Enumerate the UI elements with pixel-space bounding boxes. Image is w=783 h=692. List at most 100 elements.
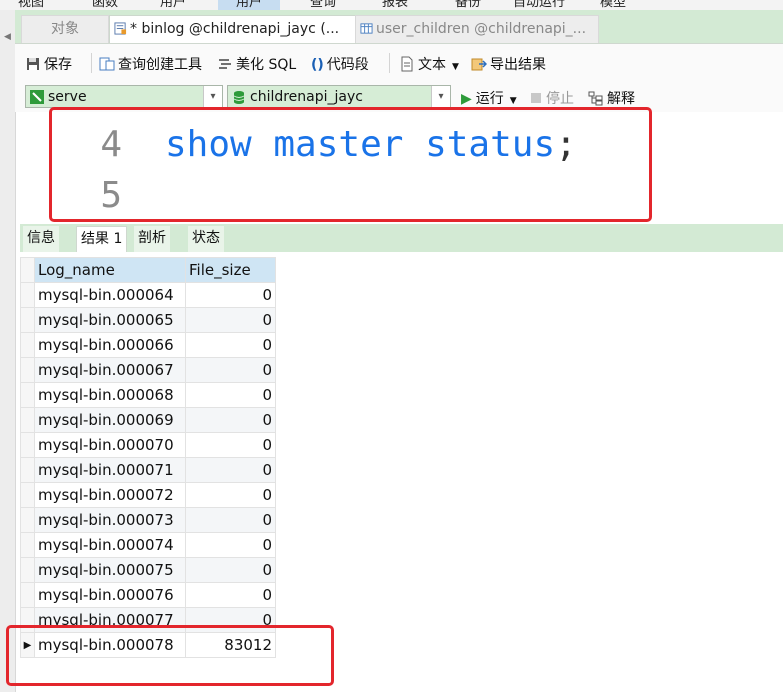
save-icon xyxy=(27,58,39,70)
code-snippet-icon: () xyxy=(311,57,324,73)
stop-button[interactable]: 停止 xyxy=(531,88,574,108)
annotation-box-result xyxy=(6,625,334,686)
row-indicator[interactable] xyxy=(20,357,35,383)
menu-item-view[interactable]: 视图 xyxy=(18,0,44,10)
text-label: 文本 xyxy=(418,57,446,73)
cell-file-size[interactable]: 0 xyxy=(185,432,276,458)
tab-status[interactable]: 状态 xyxy=(188,226,224,252)
cell-log-name[interactable]: mysql-bin.000073 xyxy=(34,507,186,533)
database-select-value: childrenapi_jayc xyxy=(250,89,363,105)
menu-item-backup[interactable]: 备份 xyxy=(455,0,481,10)
cell-file-size[interactable]: 0 xyxy=(185,307,276,333)
table-icon xyxy=(360,23,373,34)
table-row[interactable]: mysql-bin.000073 0 xyxy=(20,507,276,533)
table-row[interactable]: mysql-bin.000065 0 xyxy=(20,307,276,333)
export-results-button[interactable]: 导出结果 xyxy=(471,54,546,74)
result-tab-bar: 信息 结果 1 剖析 状态 xyxy=(20,224,783,252)
tab-profile[interactable]: 剖析 xyxy=(134,226,170,252)
tab-user-children[interactable]: user_children @childrenapi_... xyxy=(355,15,599,43)
cell-file-size[interactable]: 0 xyxy=(185,557,276,583)
cell-log-name[interactable]: mysql-bin.000075 xyxy=(34,557,186,583)
export-results-label: 导出结果 xyxy=(490,57,546,73)
save-label: 保存 xyxy=(44,57,72,73)
tab-user-children-label: user_children @childrenapi_... xyxy=(376,21,587,37)
row-indicator[interactable] xyxy=(20,532,35,558)
column-header-file-size[interactable]: File_size xyxy=(185,257,276,283)
tab-objects[interactable]: 对象 xyxy=(21,15,109,43)
cell-file-size[interactable]: 0 xyxy=(185,582,276,608)
column-header-log-name[interactable]: Log_name xyxy=(34,257,186,283)
table-row[interactable]: mysql-bin.000075 0 xyxy=(20,557,276,583)
row-indicator[interactable] xyxy=(20,382,35,408)
cell-file-size[interactable]: 0 xyxy=(185,507,276,533)
table-row[interactable]: mysql-bin.000068 0 xyxy=(20,382,276,408)
cell-log-name[interactable]: mysql-bin.000071 xyxy=(34,457,186,483)
menu-item-events[interactable]: 用户 xyxy=(160,0,186,10)
server-select[interactable]: serve ▾ xyxy=(25,85,223,108)
table-row[interactable]: mysql-bin.000071 0 xyxy=(20,457,276,483)
cell-file-size[interactable]: 0 xyxy=(185,482,276,508)
database-icon xyxy=(233,91,245,104)
code-snippet-button[interactable]: () 代码段 xyxy=(311,54,369,74)
cell-log-name[interactable]: mysql-bin.000069 xyxy=(34,407,186,433)
tab-info[interactable]: 信息 xyxy=(23,226,59,252)
collapse-arrow-icon[interactable]: ◀ xyxy=(4,32,11,42)
chevron-down-icon[interactable]: ▾ xyxy=(203,86,222,107)
cell-file-size[interactable]: 0 xyxy=(185,332,276,358)
table-row[interactable]: mysql-bin.000076 0 xyxy=(20,582,276,608)
cell-log-name[interactable]: mysql-bin.000067 xyxy=(34,357,186,383)
row-indicator[interactable] xyxy=(20,332,35,358)
row-indicator[interactable] xyxy=(20,432,35,458)
row-indicator[interactable] xyxy=(20,557,35,583)
table-header-row: Log_name File_size xyxy=(20,257,276,283)
table-row[interactable]: mysql-bin.000070 0 xyxy=(20,432,276,458)
row-indicator[interactable] xyxy=(20,457,35,483)
run-button[interactable]: ▶ 运行 ▼ xyxy=(461,88,517,108)
export-icon xyxy=(471,58,487,71)
cell-log-name[interactable]: mysql-bin.000076 xyxy=(34,582,186,608)
table-row[interactable]: mysql-bin.000066 0 xyxy=(20,332,276,358)
save-button[interactable]: 保存 xyxy=(25,54,72,74)
row-indicator[interactable] xyxy=(20,507,35,533)
cell-file-size[interactable]: 0 xyxy=(185,407,276,433)
row-indicator[interactable] xyxy=(20,582,35,608)
row-indicator[interactable] xyxy=(20,282,35,308)
cell-file-size[interactable]: 0 xyxy=(185,357,276,383)
menu-item-query[interactable]: 查询 xyxy=(310,0,336,10)
table-row[interactable]: mysql-bin.000072 0 xyxy=(20,482,276,508)
cell-file-size[interactable]: 0 xyxy=(185,457,276,483)
tab-result-1[interactable]: 结果 1 xyxy=(76,226,128,252)
tab-objects-label: 对象 xyxy=(51,21,79,37)
cell-log-name[interactable]: mysql-bin.000065 xyxy=(34,307,186,333)
cell-log-name[interactable]: mysql-bin.000070 xyxy=(34,432,186,458)
cell-log-name[interactable]: mysql-bin.000074 xyxy=(34,532,186,558)
cell-log-name[interactable]: mysql-bin.000072 xyxy=(34,482,186,508)
row-indicator[interactable] xyxy=(20,482,35,508)
cell-log-name[interactable]: mysql-bin.000068 xyxy=(34,382,186,408)
row-indicator[interactable] xyxy=(20,407,35,433)
table-row[interactable]: mysql-bin.000074 0 xyxy=(20,532,276,558)
menu-item-automation[interactable]: 自动运行 xyxy=(513,0,565,10)
explain-button[interactable]: 解释 xyxy=(588,88,635,108)
menu-item-functions[interactable]: 函数 xyxy=(92,0,118,10)
database-select[interactable]: childrenapi_jayc ▾ xyxy=(227,85,451,108)
text-button[interactable]: 文本 ▼ xyxy=(399,54,459,74)
query-builder-button[interactable]: 查询创建工具 xyxy=(99,54,202,74)
beautify-sql-button[interactable]: 美化 SQL xyxy=(217,54,296,74)
cell-log-name[interactable]: mysql-bin.000064 xyxy=(34,282,186,308)
table-row[interactable]: mysql-bin.000064 0 xyxy=(20,282,276,308)
cell-file-size[interactable]: 0 xyxy=(185,532,276,558)
tab-binlog-query[interactable]: * binlog @childrenapi_jayc (... xyxy=(109,15,367,43)
chevron-down-icon[interactable]: ▾ xyxy=(431,86,450,107)
cell-file-size[interactable]: 0 xyxy=(185,382,276,408)
table-row[interactable]: mysql-bin.000069 0 xyxy=(20,407,276,433)
menu-item-reports[interactable]: 报表 xyxy=(382,0,408,10)
cell-file-size[interactable]: 0 xyxy=(185,282,276,308)
menu-item-users[interactable]: 用户 xyxy=(218,0,281,10)
menu-bar: 视图 函数 用户 用户 查询 报表 备份 自动运行 模型 xyxy=(0,0,783,10)
row-indicator[interactable] xyxy=(20,307,35,333)
cell-log-name[interactable]: mysql-bin.000066 xyxy=(34,332,186,358)
table-row[interactable]: mysql-bin.000067 0 xyxy=(20,357,276,383)
tab-bar: 对象 * binlog @childrenapi_jayc (... user_… xyxy=(15,10,783,44)
menu-item-model[interactable]: 模型 xyxy=(600,0,626,10)
